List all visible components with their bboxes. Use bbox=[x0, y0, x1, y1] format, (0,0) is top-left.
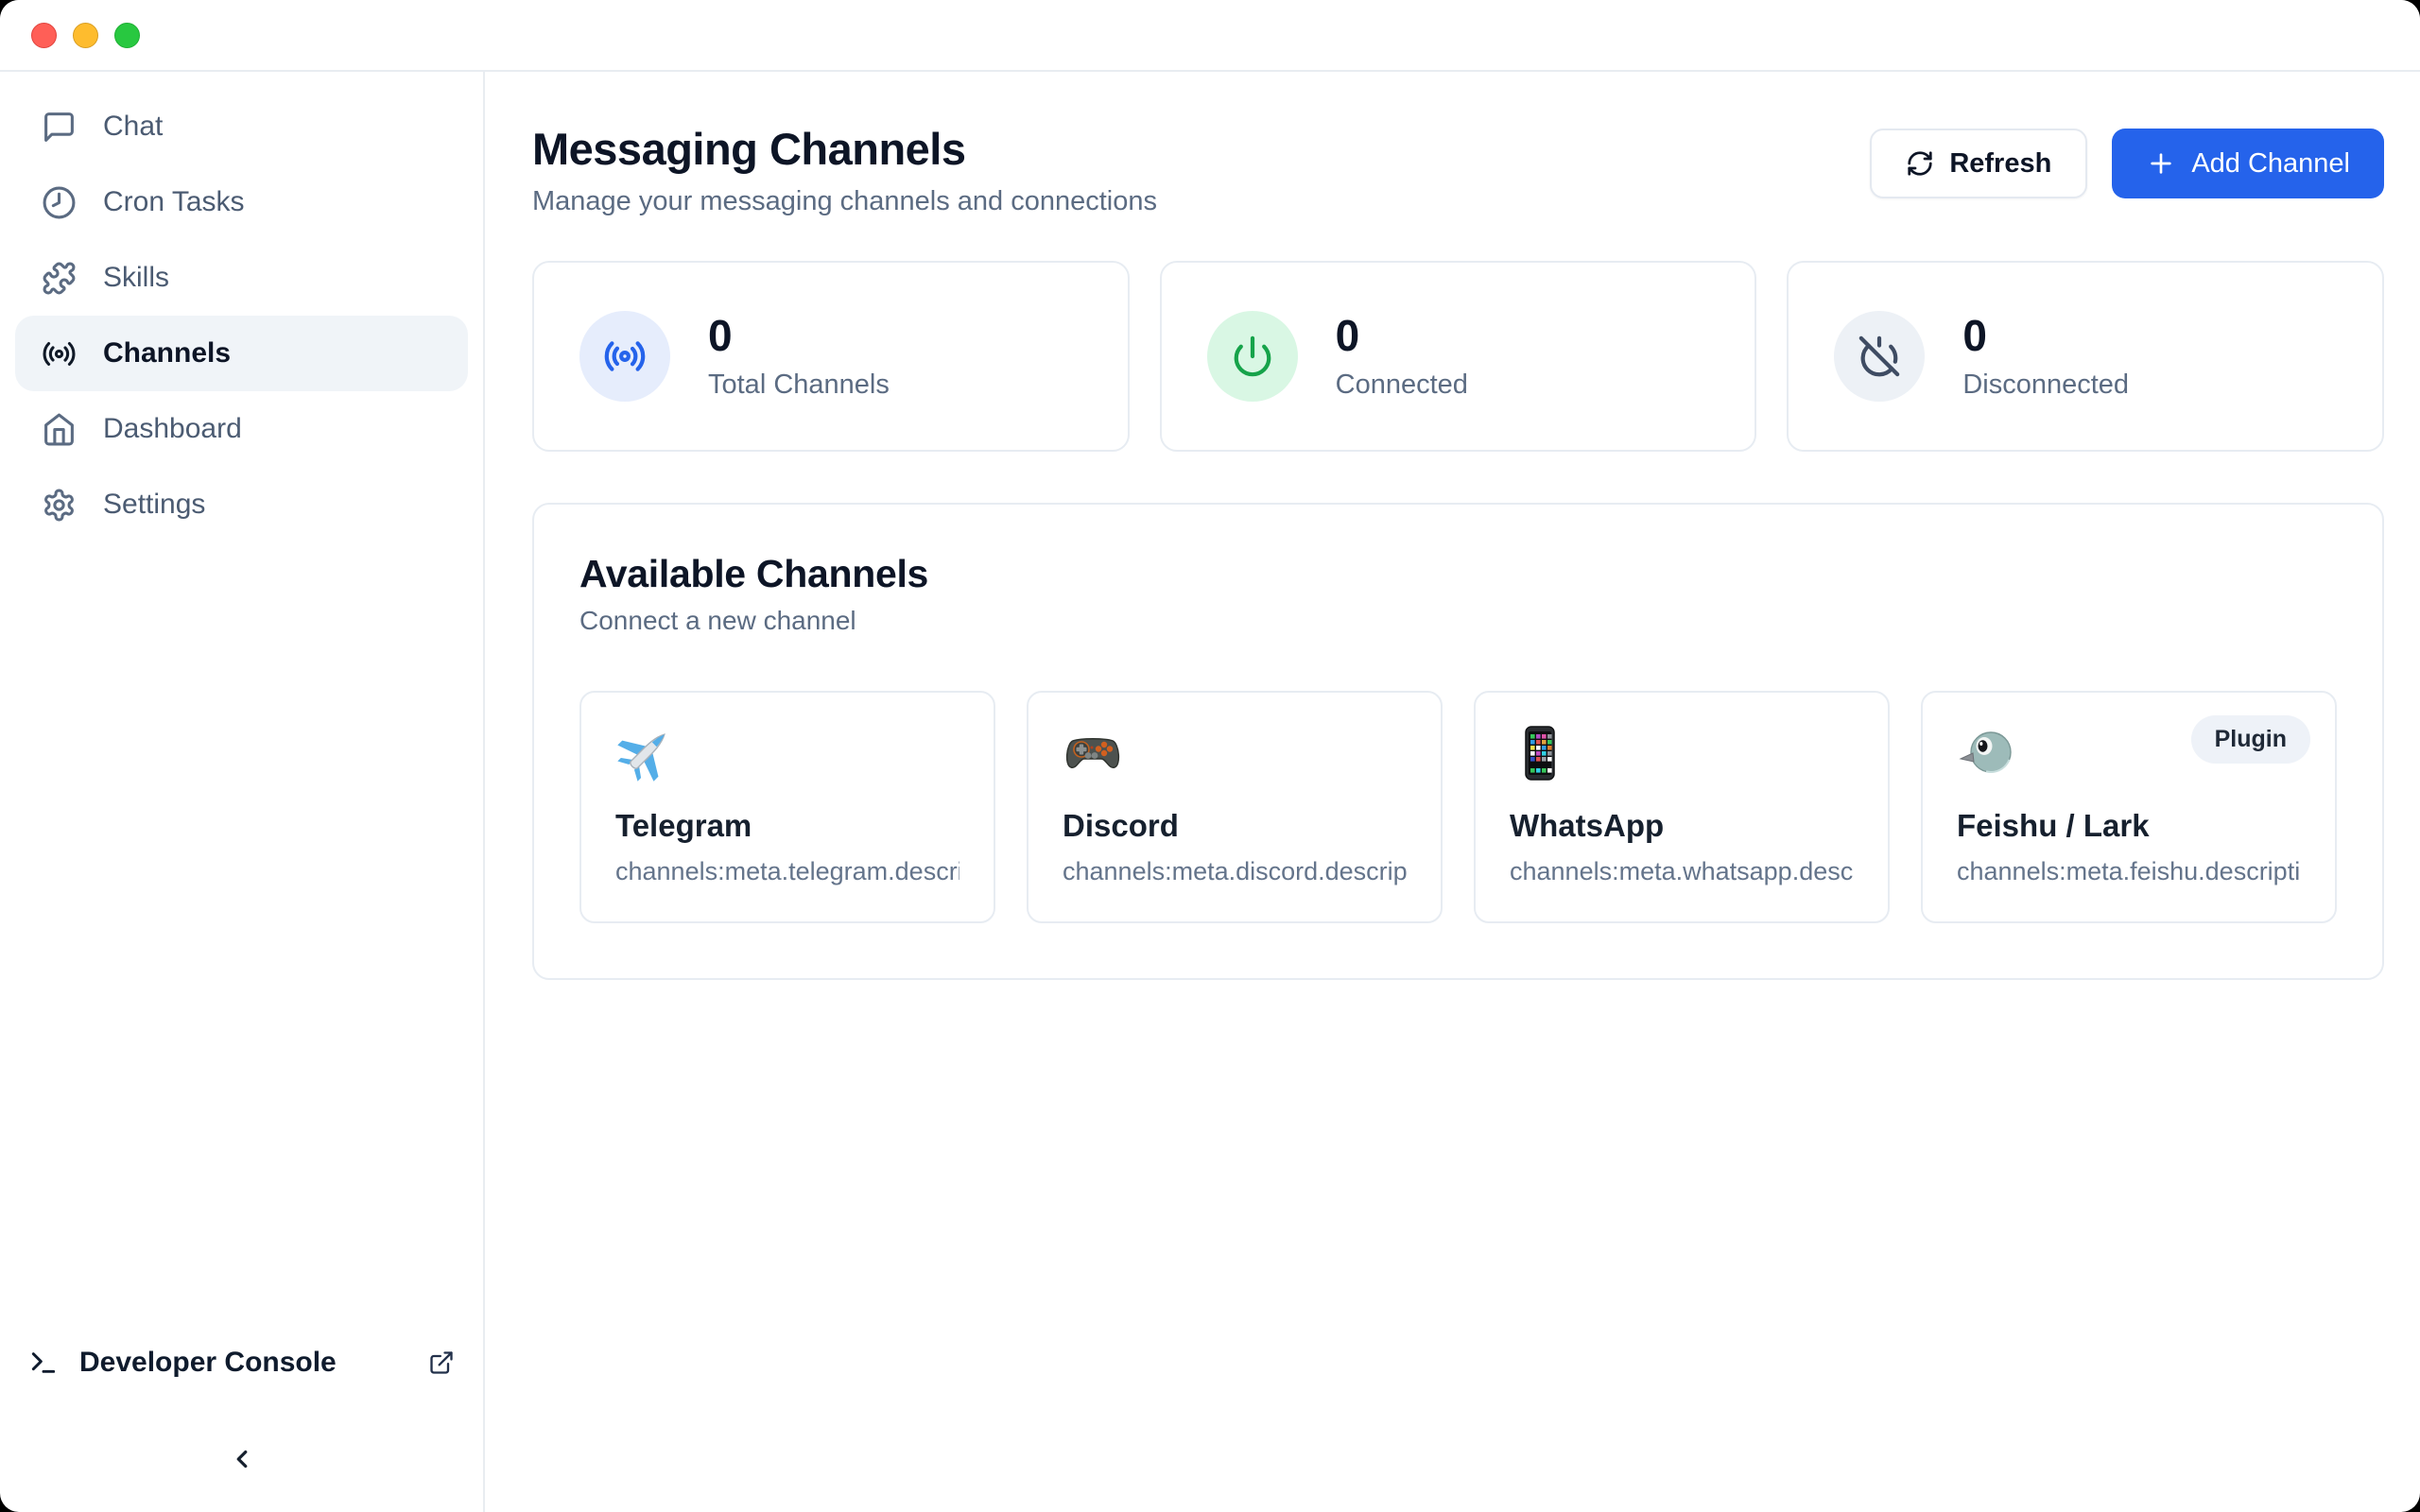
channel-name: Discord bbox=[1063, 808, 1407, 844]
broadcast-icon bbox=[42, 336, 77, 371]
stat-bubble bbox=[1834, 311, 1925, 402]
clock-icon bbox=[42, 185, 77, 220]
airplane-emoji bbox=[615, 723, 676, 783]
developer-console-link[interactable]: Developer Console bbox=[15, 1334, 468, 1391]
sidebar-item-dashboard[interactable]: Dashboard bbox=[15, 391, 468, 467]
sidebar-item-label: Cron Tasks bbox=[103, 186, 245, 218]
sidebar-item-label: Chat bbox=[103, 111, 163, 143]
sidebar-item-chat[interactable]: Chat bbox=[15, 89, 468, 164]
header-actions: Refresh Add Channel bbox=[1870, 129, 2384, 198]
sidebar: Chat Cron Tasks Skills Channels Dashboar… bbox=[0, 72, 485, 1512]
stat-value: 0 bbox=[1336, 312, 1468, 360]
channel-description: channels:meta.whatsapp.descrip bbox=[1510, 857, 1854, 886]
stat-text: 0 Total Channels bbox=[708, 312, 890, 401]
sidebar-item-channels[interactable]: Channels bbox=[15, 316, 468, 391]
channel-name: Feishu / Lark bbox=[1957, 808, 2301, 844]
minimize-button[interactable] bbox=[73, 23, 98, 48]
page-title: Messaging Channels bbox=[532, 123, 1157, 175]
app-window: Chat Cron Tasks Skills Channels Dashboar… bbox=[0, 0, 2420, 1512]
titlebar bbox=[0, 0, 2420, 72]
channel-description: channels:meta.telegram.descript bbox=[615, 857, 959, 886]
channel-card-discord[interactable]: Discord channels:meta.discord.descriptic bbox=[1027, 691, 1443, 923]
channels-grid: Telegram channels:meta.telegram.descript bbox=[579, 691, 2337, 923]
power-off-icon bbox=[1858, 335, 1901, 378]
traffic-lights bbox=[31, 23, 140, 48]
sidebar-collapse-button[interactable] bbox=[216, 1433, 268, 1486]
stats-row: 0 Total Channels 0 Connected bbox=[532, 261, 2384, 452]
home-icon bbox=[42, 412, 77, 447]
refresh-icon bbox=[1906, 149, 1934, 178]
channel-card-feishu[interactable]: Plugin Feishu / Lark bbox=[1921, 691, 2337, 923]
page-header-text: Messaging Channels Manage your messaging… bbox=[532, 123, 1157, 217]
mobile-phone-emoji bbox=[1510, 723, 1570, 783]
available-channels-section: Available Channels Connect a new channel bbox=[532, 503, 2384, 980]
channel-name: WhatsApp bbox=[1510, 808, 1854, 844]
stat-card-total-channels: 0 Total Channels bbox=[532, 261, 1130, 452]
channel-name: Telegram bbox=[615, 808, 959, 844]
stat-value: 0 bbox=[708, 312, 890, 360]
stat-label: Total Channels bbox=[708, 369, 890, 401]
available-channels-title: Available Channels bbox=[579, 552, 2337, 596]
broadcast-icon bbox=[603, 335, 647, 378]
sidebar-item-settings[interactable]: Settings bbox=[15, 467, 468, 542]
bird-emoji bbox=[1957, 723, 2017, 783]
zoom-button[interactable] bbox=[114, 23, 140, 48]
external-link-icon bbox=[428, 1349, 455, 1376]
close-button[interactable] bbox=[31, 23, 57, 48]
available-channels-subtitle: Connect a new channel bbox=[579, 606, 2337, 636]
add-channel-button-label: Add Channel bbox=[2191, 148, 2350, 180]
developer-console-label: Developer Console bbox=[79, 1347, 337, 1379]
collapse-row bbox=[15, 1433, 468, 1486]
add-channel-button[interactable]: Add Channel bbox=[2112, 129, 2384, 198]
chat-bubble-icon bbox=[42, 110, 77, 145]
sidebar-item-cron-tasks[interactable]: Cron Tasks bbox=[15, 164, 468, 240]
sidebar-item-label: Dashboard bbox=[103, 413, 242, 445]
page-header: Messaging Channels Manage your messaging… bbox=[532, 123, 2384, 217]
chevron-left-icon bbox=[228, 1445, 256, 1473]
sidebar-footer: Developer Console bbox=[15, 1334, 468, 1495]
main-content: Messaging Channels Manage your messaging… bbox=[485, 72, 2420, 1512]
sidebar-item-skills[interactable]: Skills bbox=[15, 240, 468, 316]
gamepad-emoji bbox=[1063, 723, 1123, 783]
plugin-badge: Plugin bbox=[2191, 715, 2310, 764]
refresh-button-label: Refresh bbox=[1949, 148, 2051, 180]
channel-description: channels:meta.feishu.description bbox=[1957, 857, 2301, 886]
sidebar-item-label: Settings bbox=[103, 489, 205, 521]
stat-text: 0 Disconnected bbox=[1962, 312, 2129, 401]
channel-description: channels:meta.discord.descriptic bbox=[1063, 857, 1407, 886]
terminal-icon bbox=[28, 1348, 59, 1378]
stat-bubble bbox=[1207, 311, 1298, 402]
stat-label: Connected bbox=[1336, 369, 1468, 401]
channel-card-whatsapp[interactable]: WhatsApp channels:meta.whatsapp.descrip bbox=[1474, 691, 1890, 923]
stat-text: 0 Connected bbox=[1336, 312, 1468, 401]
gear-icon bbox=[42, 488, 77, 523]
sidebar-item-label: Skills bbox=[103, 262, 169, 294]
plus-icon bbox=[2146, 148, 2176, 179]
app-shell: Chat Cron Tasks Skills Channels Dashboar… bbox=[0, 72, 2420, 1512]
stat-card-disconnected: 0 Disconnected bbox=[1787, 261, 2384, 452]
stat-value: 0 bbox=[1962, 312, 2129, 360]
page-subtitle: Manage your messaging channels and conne… bbox=[532, 186, 1157, 217]
refresh-button[interactable]: Refresh bbox=[1870, 129, 2087, 198]
stat-card-connected: 0 Connected bbox=[1160, 261, 1757, 452]
power-icon bbox=[1231, 335, 1274, 378]
stat-bubble bbox=[579, 311, 670, 402]
puzzle-icon bbox=[42, 261, 77, 296]
sidebar-item-label: Channels bbox=[103, 337, 231, 369]
channel-card-telegram[interactable]: Telegram channels:meta.telegram.descript bbox=[579, 691, 995, 923]
stat-label: Disconnected bbox=[1962, 369, 2129, 401]
